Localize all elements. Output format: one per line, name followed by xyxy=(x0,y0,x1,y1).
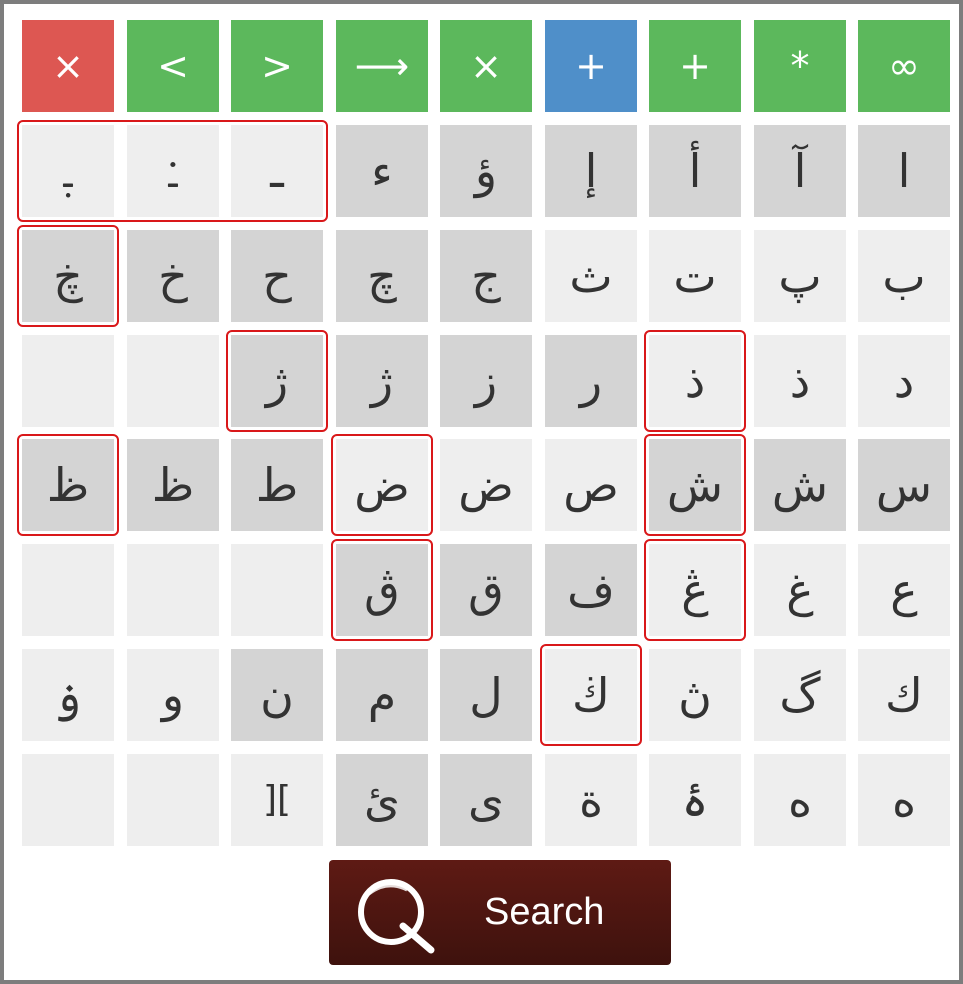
letter-key[interactable]: ][ xyxy=(231,754,323,846)
letter-key[interactable]: ع xyxy=(858,544,950,636)
long-arrow-button[interactable]: ⟶ xyxy=(336,20,428,112)
wildcard-button[interactable]: * xyxy=(754,20,846,112)
marked-letter-key[interactable]: ش xyxy=(649,439,741,531)
letter-key[interactable]: ط xyxy=(231,439,323,531)
empty-key xyxy=(22,544,114,636)
letter-key[interactable]: م xyxy=(336,649,428,741)
marked-letter-key[interactable]: ڠ xyxy=(649,544,741,636)
letter-key[interactable]: ب xyxy=(858,230,950,322)
letter-key[interactable]: ج xyxy=(440,230,532,322)
letter-key[interactable]: ز xyxy=(440,335,532,427)
plus-button[interactable]: + xyxy=(649,20,741,112)
plus-active-button[interactable]: + xyxy=(545,20,637,112)
letter-key[interactable]: ڽ xyxy=(649,649,741,741)
search-icon xyxy=(358,879,435,954)
letter-key[interactable]: أ xyxy=(649,125,741,217)
search-label: Search xyxy=(484,891,605,933)
letter-key[interactable]: ى xyxy=(440,754,532,846)
letter-key[interactable]: س xyxy=(858,439,950,531)
letter-key[interactable]: ث xyxy=(545,230,637,322)
letter-key[interactable]: ه xyxy=(754,754,846,846)
marked-letter-key[interactable]: ڬ xyxy=(545,649,637,741)
marked-letter-key[interactable]: ظ xyxy=(22,439,114,531)
marked-letter-key[interactable]: ـٜ xyxy=(22,125,114,217)
letter-key[interactable]: ژ xyxy=(336,335,428,427)
letter-key[interactable]: ذ xyxy=(754,335,846,427)
empty-key xyxy=(22,335,114,427)
letter-key[interactable]: ه xyxy=(858,754,950,846)
letter-key[interactable]: ؤ xyxy=(440,125,532,217)
keyboard-panel: × < > ⟶ × + + * ∞ ـٜ ـ۬ ـ ء ؤ إ أ آ ا ڿ خ ح چ ج ث ت پ ب ژ ژ ز ر ذ ذ د ظ ظ ط… xyxy=(0,0,963,984)
marked-letter-key[interactable]: ـ۬ xyxy=(127,125,219,217)
marked-letter-key[interactable]: ذ xyxy=(649,335,741,427)
search-button[interactable]: Search xyxy=(329,860,671,965)
backspace-button[interactable]: × xyxy=(440,20,532,112)
letter-key[interactable]: ك xyxy=(858,649,950,741)
letter-key[interactable]: ف xyxy=(545,544,637,636)
letter-key[interactable]: ة xyxy=(545,754,637,846)
letter-key[interactable]: پ xyxy=(754,230,846,322)
marked-letter-key[interactable]: ـ xyxy=(231,125,323,217)
empty-key xyxy=(127,754,219,846)
letter-key[interactable]: ق xyxy=(440,544,532,636)
marked-letter-key[interactable]: ض xyxy=(336,439,428,531)
left-arrow-button[interactable]: < xyxy=(127,20,219,112)
letter-key[interactable]: ل xyxy=(440,649,532,741)
empty-key xyxy=(127,544,219,636)
empty-key xyxy=(231,544,323,636)
letter-key[interactable]: خ xyxy=(127,230,219,322)
letter-key[interactable]: ش xyxy=(754,439,846,531)
letter-key[interactable]: و xyxy=(127,649,219,741)
empty-key xyxy=(127,335,219,427)
letter-key[interactable]: ت xyxy=(649,230,741,322)
marked-letter-key[interactable]: ژ xyxy=(231,335,323,427)
letter-key[interactable]: ۏ xyxy=(22,649,114,741)
letter-key[interactable]: ن xyxy=(231,649,323,741)
right-arrow-button[interactable]: > xyxy=(231,20,323,112)
letter-key[interactable]: آ xyxy=(754,125,846,217)
letter-key[interactable]: ۀ xyxy=(649,754,741,846)
letter-key[interactable]: ء xyxy=(336,125,428,217)
letter-key[interactable]: ر xyxy=(545,335,637,427)
letter-key[interactable]: ح xyxy=(231,230,323,322)
empty-key xyxy=(22,754,114,846)
infinity-button[interactable]: ∞ xyxy=(858,20,950,112)
marked-letter-key[interactable]: ڿ xyxy=(22,230,114,322)
letter-key[interactable]: إ xyxy=(545,125,637,217)
letter-key[interactable]: ص xyxy=(545,439,637,531)
marked-letter-key[interactable]: ڨ xyxy=(336,544,428,636)
letter-key[interactable]: غ xyxy=(754,544,846,636)
letter-key[interactable]: ظ xyxy=(127,439,219,531)
letter-key[interactable]: گ xyxy=(754,649,846,741)
clear-button[interactable]: × xyxy=(22,20,114,112)
letter-key[interactable]: چ xyxy=(336,230,428,322)
letter-key[interactable]: د xyxy=(858,335,950,427)
letter-key[interactable]: ئ xyxy=(336,754,428,846)
letter-key[interactable]: ض xyxy=(440,439,532,531)
letter-key[interactable]: ا xyxy=(858,125,950,217)
